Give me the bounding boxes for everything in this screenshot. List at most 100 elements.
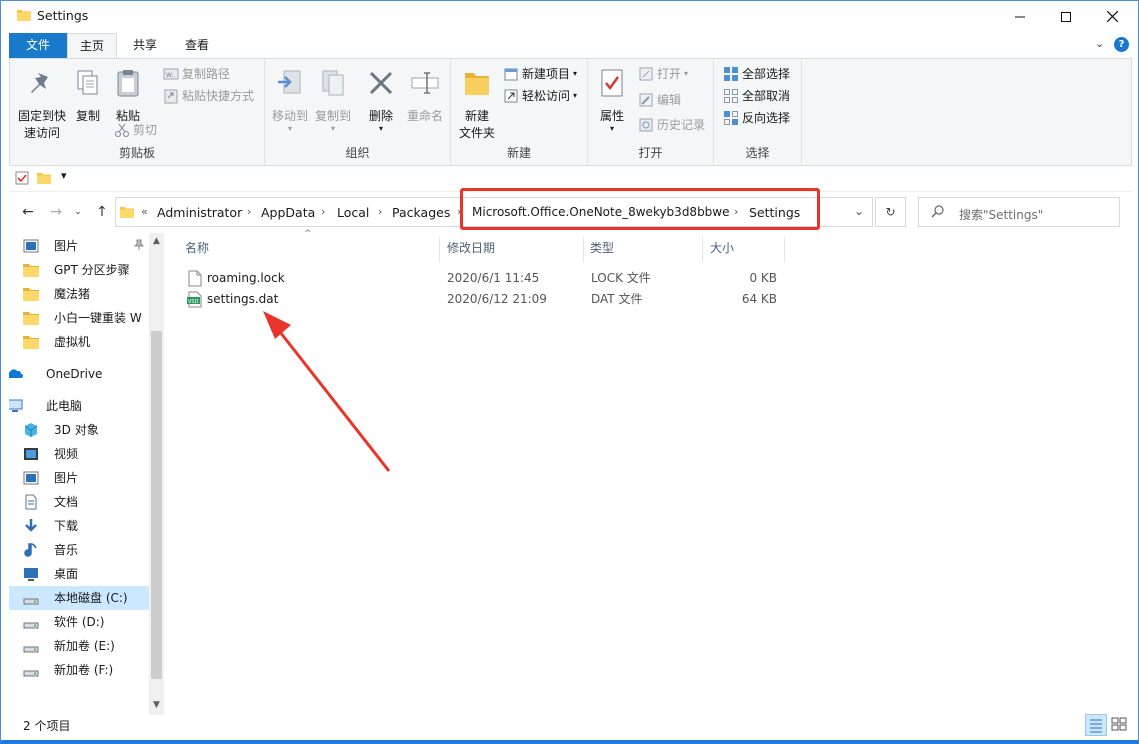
column-header-size[interactable]: 大小 [710,237,785,262]
breadcrumb-appdata[interactable]: AppData [261,205,315,220]
drive-icon [23,598,39,605]
nav-item[interactable]: OneDrive [9,362,149,386]
tab-view[interactable]: 查看 [171,33,223,58]
copy-path-button[interactable]: W.. 复制路径 [163,64,230,84]
search-box[interactable]: 搜索"Settings" [918,197,1120,227]
column-header-name[interactable]: 名称 [185,237,440,262]
recent-locations-chevron-icon[interactable]: ⌄ [67,201,89,223]
refresh-button[interactable]: ↻ [875,197,906,227]
music-icon [24,543,37,557]
move-to-button[interactable]: 移动到 ▾ [270,67,310,133]
nav-item-label: 视频 [54,447,79,461]
tab-share[interactable]: 共享 [119,33,171,58]
ribbon-tabs: 文件 主页 共享 查看 ⌄ ? [1,32,1138,58]
nav-item[interactable]: 新加卷 (F:) [9,658,149,682]
ribbon: 固定到快 速访问 复制 粘贴 W.. 复制路径 粘贴快捷方式 剪切 剪贴板 移动… [9,58,1132,166]
select-all-button[interactable]: 全部选择 [723,64,790,84]
new-item-icon [504,68,518,81]
nav-item[interactable]: 新加卷 (E:) [9,634,149,658]
back-button[interactable]: ← [17,201,39,223]
details-view-button[interactable] [1085,714,1107,736]
large-icons-view-button[interactable] [1109,714,1131,736]
nav-item[interactable]: 文档 [9,490,149,514]
new-folder-button[interactable]: 新建 文件夹 [457,67,497,142]
pin-quick-access-button[interactable]: 固定到快 速访问 [16,67,68,142]
breadcrumb-local[interactable]: Local [337,205,369,220]
nav-item[interactable]: 本地磁盘 (C:) [9,586,149,610]
organize-group-label: 组织 [345,146,370,160]
file-size: 0 KB [749,271,777,285]
nav-item[interactable]: 桌面 [9,562,149,586]
breadcrumb-overflow[interactable]: « [141,205,148,218]
breadcrumb-separator-icon[interactable]: › [321,205,325,218]
nav-scrollbar[interactable]: ▲ ▼ [149,233,164,715]
file-type: DAT 文件 [591,292,643,306]
properties-button[interactable]: 属性 ▾ [594,67,630,133]
copy-icon [77,70,98,95]
edit-button[interactable]: 编辑 [638,90,681,110]
tab-home[interactable]: 主页 [67,33,117,58]
address-dropdown-chevron-icon[interactable]: ⌄ [854,204,864,218]
nav-item[interactable]: 虚拟机 [9,330,149,354]
navigation-pane: 图片 GPT 分区步骤 魔法猪 小白一键重装 W 虚拟机 OneDrive 此电脑 3D 对象… [9,233,149,689]
pin-icon[interactable] [133,239,145,251]
new-folder-icon[interactable] [37,171,51,188]
nav-item[interactable]: 小白一键重装 W [9,306,149,330]
copy-to-button[interactable]: 复制到 ▾ [313,67,353,133]
paste-shortcut-button[interactable]: 粘贴快捷方式 [163,86,254,106]
scrollbar-thumb[interactable] [151,331,162,679]
new-item-button[interactable]: 新建项目 ▾ [503,64,577,84]
delete-button[interactable]: 删除 ▾ [363,67,399,133]
file-row[interactable]: roaming.lock 2020/6/1 11:45 LOCK 文件 0 KB [181,268,781,289]
scroll-up-icon[interactable]: ▲ [149,236,164,246]
rename-icon [411,72,439,94]
rename-button[interactable]: 重命名 [403,67,447,125]
tab-file[interactable]: 文件 [9,33,67,58]
vsd-file-icon: VSD [187,291,202,308]
close-button[interactable] [1089,1,1135,32]
nav-item[interactable]: 音乐 [9,538,149,562]
breadcrumb-separator-icon[interactable]: › [378,205,382,218]
paste-button[interactable]: 粘贴 [110,67,146,125]
nav-item[interactable]: 3D 对象 [9,418,149,442]
delete-x-icon [369,71,393,95]
nav-item[interactable]: 魔法猪 [9,282,149,306]
videos-icon [24,448,38,460]
drive-icon [23,646,39,653]
copy-button[interactable]: 复制 [70,67,106,125]
column-header-type[interactable]: 类型 [590,237,703,262]
up-button[interactable]: ↑ [91,201,113,223]
nav-item[interactable]: 此电脑 [9,394,149,418]
invert-selection-button[interactable]: 反向选择 [723,108,790,128]
nav-item[interactable]: 图片 [9,234,149,258]
cut-button[interactable]: 剪切 [114,120,157,140]
nav-item[interactable]: 下载 [9,514,149,538]
breadcrumb-packages[interactable]: Packages [392,205,450,220]
forward-button[interactable]: → [45,201,67,223]
breadcrumb-separator-icon[interactable]: › [247,205,251,218]
nav-item-label: 虚拟机 [54,335,91,349]
properties-check-icon[interactable] [15,171,29,188]
customize-toolbar-icon[interactable]: ▾ [61,169,67,182]
open-button[interactable]: 打开 ▾ [638,64,688,84]
maximize-button[interactable] [1043,1,1089,32]
search-placeholder: 搜索"Settings" [959,208,1044,222]
minimize-button[interactable] [997,1,1043,32]
scroll-down-icon[interactable]: ▼ [149,700,164,710]
drive-icon [23,622,39,629]
nav-item[interactable]: GPT 分区步骤 [9,258,149,282]
new-group: 新建 文件夹 新建项目 ▾ 轻松访问 ▾ 新建 [451,59,588,165]
column-header-modified[interactable]: 修改日期 [447,237,584,262]
nav-item[interactable]: 图片 [9,466,149,490]
nav-item[interactable]: 软件 (D:) [9,610,149,634]
status-item-count: 2 个项目 [23,719,71,733]
easy-access-button[interactable]: 轻松访问 ▾ [503,86,577,106]
breadcrumb-administrator[interactable]: Administrator [157,205,242,220]
chevron-down-icon[interactable]: ⌄ [1095,37,1104,50]
select-none-button[interactable]: 全部取消 [723,86,790,106]
folder-icon [17,10,31,21]
history-button[interactable]: 历史记录 [638,115,705,135]
pictures-icon [23,239,39,253]
nav-item[interactable]: 视频 [9,442,149,466]
help-icon[interactable]: ? [1114,37,1129,52]
